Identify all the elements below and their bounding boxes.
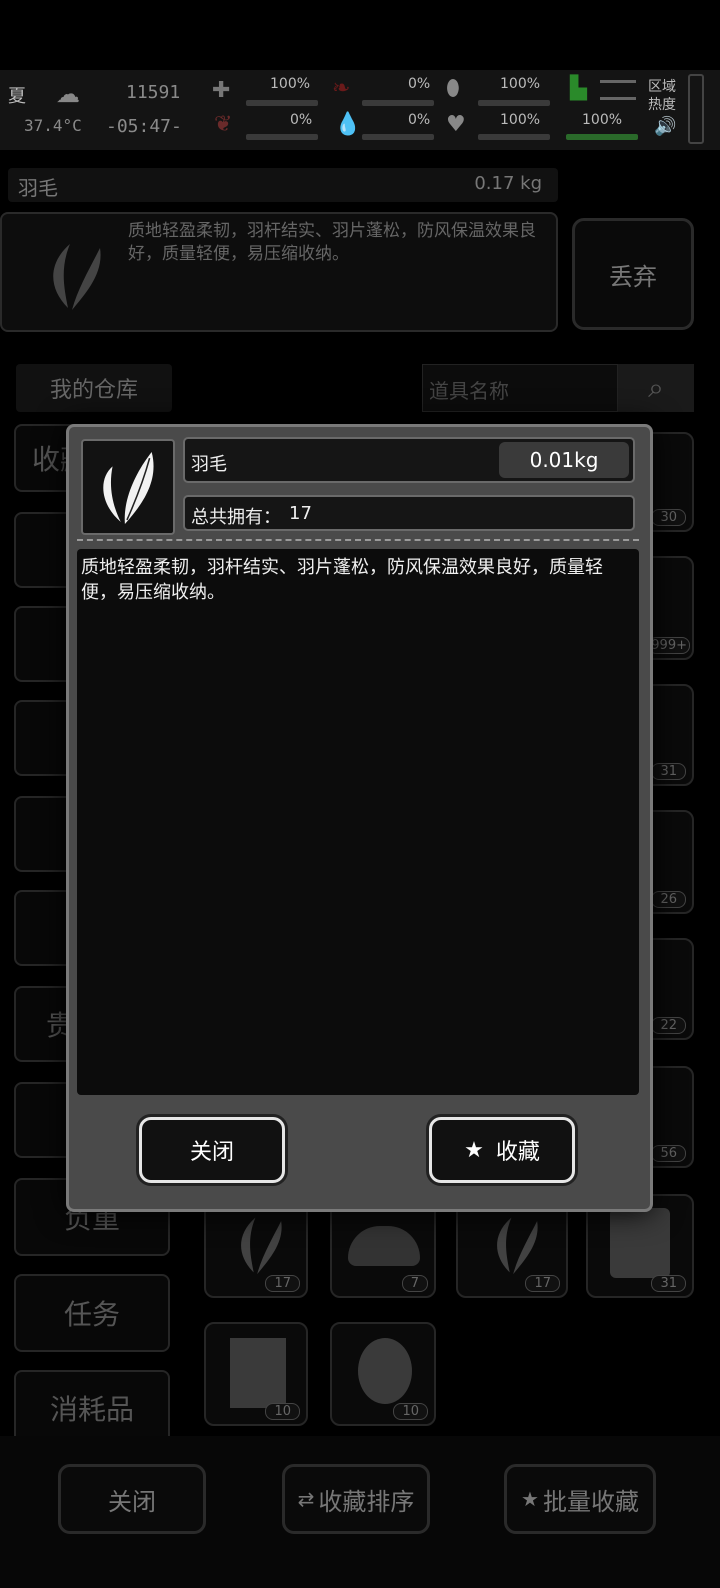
- thirst-bar: [362, 134, 434, 140]
- dialog-description: 质地轻盈柔韧，羽杆结实、羽片蓬松，防风保温效果良好，质量轻便，易压缩收纳。: [77, 549, 639, 1095]
- status-hud: 夏 ☁ 37.4°C 11591 -05:47- ✚ 100% ❦ 0% ❧ 0…: [0, 70, 720, 150]
- item-header-weight: 0.17 kg: [474, 173, 542, 194]
- search-placeholder: 道具名称: [429, 379, 509, 403]
- slot-count: 10: [265, 1403, 300, 1420]
- bleed-bar: [362, 100, 434, 106]
- volume-icon[interactable]: 🔊: [654, 116, 676, 137]
- dialog-owned-count: 17: [289, 503, 312, 524]
- tab-quests[interactable]: 任务: [14, 1274, 170, 1352]
- season-label: 夏: [8, 86, 26, 107]
- heart-icon: ♥: [446, 112, 466, 137]
- stomach-bar: [478, 100, 550, 106]
- search-icon: ⌕: [648, 371, 664, 404]
- mood-bar: [478, 134, 550, 140]
- day-counter: 11591: [126, 82, 181, 103]
- slot-count: 22: [651, 1017, 686, 1034]
- turtle-shell-icon: [348, 1226, 420, 1266]
- feather-icon: [103, 452, 154, 525]
- inventory-slot-hay[interactable]: 10: [204, 1322, 308, 1426]
- slot-count: 30: [651, 509, 686, 526]
- hay-icon: [230, 1338, 286, 1408]
- item-info-panel: 质地轻盈柔韧，羽杆结实、羽片蓬松，防风保温效果良好，质量轻便，易压缩收纳。: [0, 212, 558, 332]
- slot-count: 56: [651, 1145, 686, 1162]
- weather-icon: ☁: [56, 80, 80, 108]
- inventory-slot-moss[interactable]: 10: [330, 1322, 436, 1426]
- swap-icon: ⇄: [297, 1487, 315, 1511]
- mood-value: 100%: [500, 112, 541, 128]
- batch-favorite-label: 批量收藏: [542, 1487, 639, 1516]
- medkit-icon: ✚: [212, 78, 231, 103]
- clock-value: -05:47-: [106, 116, 182, 137]
- item-header-name: 羽毛: [18, 176, 58, 200]
- slot-count: 7: [401, 1275, 428, 1292]
- stamina-bar: [566, 134, 638, 140]
- item-info-description: 质地轻盈柔韧，羽杆结实、羽片蓬松，防风保温效果良好，质量轻便，易压缩收纳。: [128, 221, 536, 264]
- star-icon: ★: [464, 1137, 484, 1163]
- discard-button[interactable]: 丢弃: [572, 218, 694, 330]
- favorite-sort-button[interactable]: ⇄ 收藏排序: [282, 1464, 430, 1534]
- slot-count: 31: [651, 1275, 686, 1292]
- warehouse-title[interactable]: 我的仓库: [16, 364, 172, 412]
- feather-icon: [241, 1217, 282, 1275]
- item-header: 羽毛 0.17 kg: [8, 168, 558, 202]
- health-value: 100%: [270, 76, 311, 92]
- feather-icon: [497, 1217, 538, 1275]
- dialog-owned-label: 总共拥有：: [191, 507, 281, 528]
- dialog-item-weight: 0.01kg: [499, 442, 629, 478]
- slot-count: 31: [651, 763, 686, 780]
- hunger-value: 0%: [290, 112, 313, 128]
- moss-icon: [358, 1338, 412, 1404]
- dialog-item-icon-frame: [81, 439, 175, 535]
- health-bar: [246, 100, 318, 106]
- feather-icon: [38, 238, 108, 314]
- item-detail-dialog: 羽毛 0.01kg 总共拥有： 17 质地轻盈柔韧，羽杆结实、羽片蓬松，防风保温…: [66, 424, 653, 1212]
- blood-drop-icon: 💧: [334, 112, 362, 137]
- stars-icon: ★: [521, 1487, 539, 1511]
- dialog-favorite-label: 收藏: [495, 1140, 540, 1165]
- stomach-value: 100%: [500, 76, 541, 92]
- thirst-value: 0%: [408, 112, 431, 128]
- dialog-owned-row: 总共拥有： 17: [183, 495, 635, 531]
- bleed-value: 0%: [408, 76, 431, 92]
- close-inventory-button[interactable]: 关闭: [58, 1464, 206, 1534]
- dialog-name-row: 羽毛 0.01kg: [183, 437, 635, 483]
- boot-icon: ▙: [570, 76, 587, 101]
- slot-count: 999+: [648, 637, 690, 654]
- dialog-item-name: 羽毛: [191, 454, 227, 475]
- slot-count: 17: [525, 1275, 560, 1292]
- tab-consumables[interactable]: 消耗品: [14, 1370, 170, 1446]
- search-input[interactable]: 道具名称: [422, 364, 618, 412]
- slot-count: 17: [265, 1275, 300, 1292]
- slot-count: 26: [651, 891, 686, 908]
- stomach-icon: ❦: [214, 112, 233, 137]
- temperature-value: 37.4°C: [24, 116, 82, 135]
- menu-lines-icon: [600, 80, 636, 100]
- pill-icon: ⬮: [446, 76, 460, 101]
- batch-favorite-button[interactable]: ★ 批量收藏: [504, 1464, 656, 1534]
- dialog-close-button[interactable]: 关闭: [139, 1117, 285, 1183]
- search-button[interactable]: ⌕: [618, 364, 694, 412]
- hunger-bar: [246, 134, 318, 140]
- fur-icon: [610, 1208, 670, 1278]
- stamina-value: 100%: [582, 112, 623, 128]
- hud-scrollbar: [688, 74, 704, 144]
- dialog-divider: [77, 539, 639, 541]
- slot-count: 10: [393, 1403, 428, 1420]
- dialog-favorite-button[interactable]: ★ 收藏: [429, 1117, 575, 1183]
- favorite-sort-label: 收藏排序: [318, 1487, 415, 1516]
- region-heat-label: 区域热度: [648, 79, 676, 113]
- lungs-icon: ❧: [332, 76, 351, 101]
